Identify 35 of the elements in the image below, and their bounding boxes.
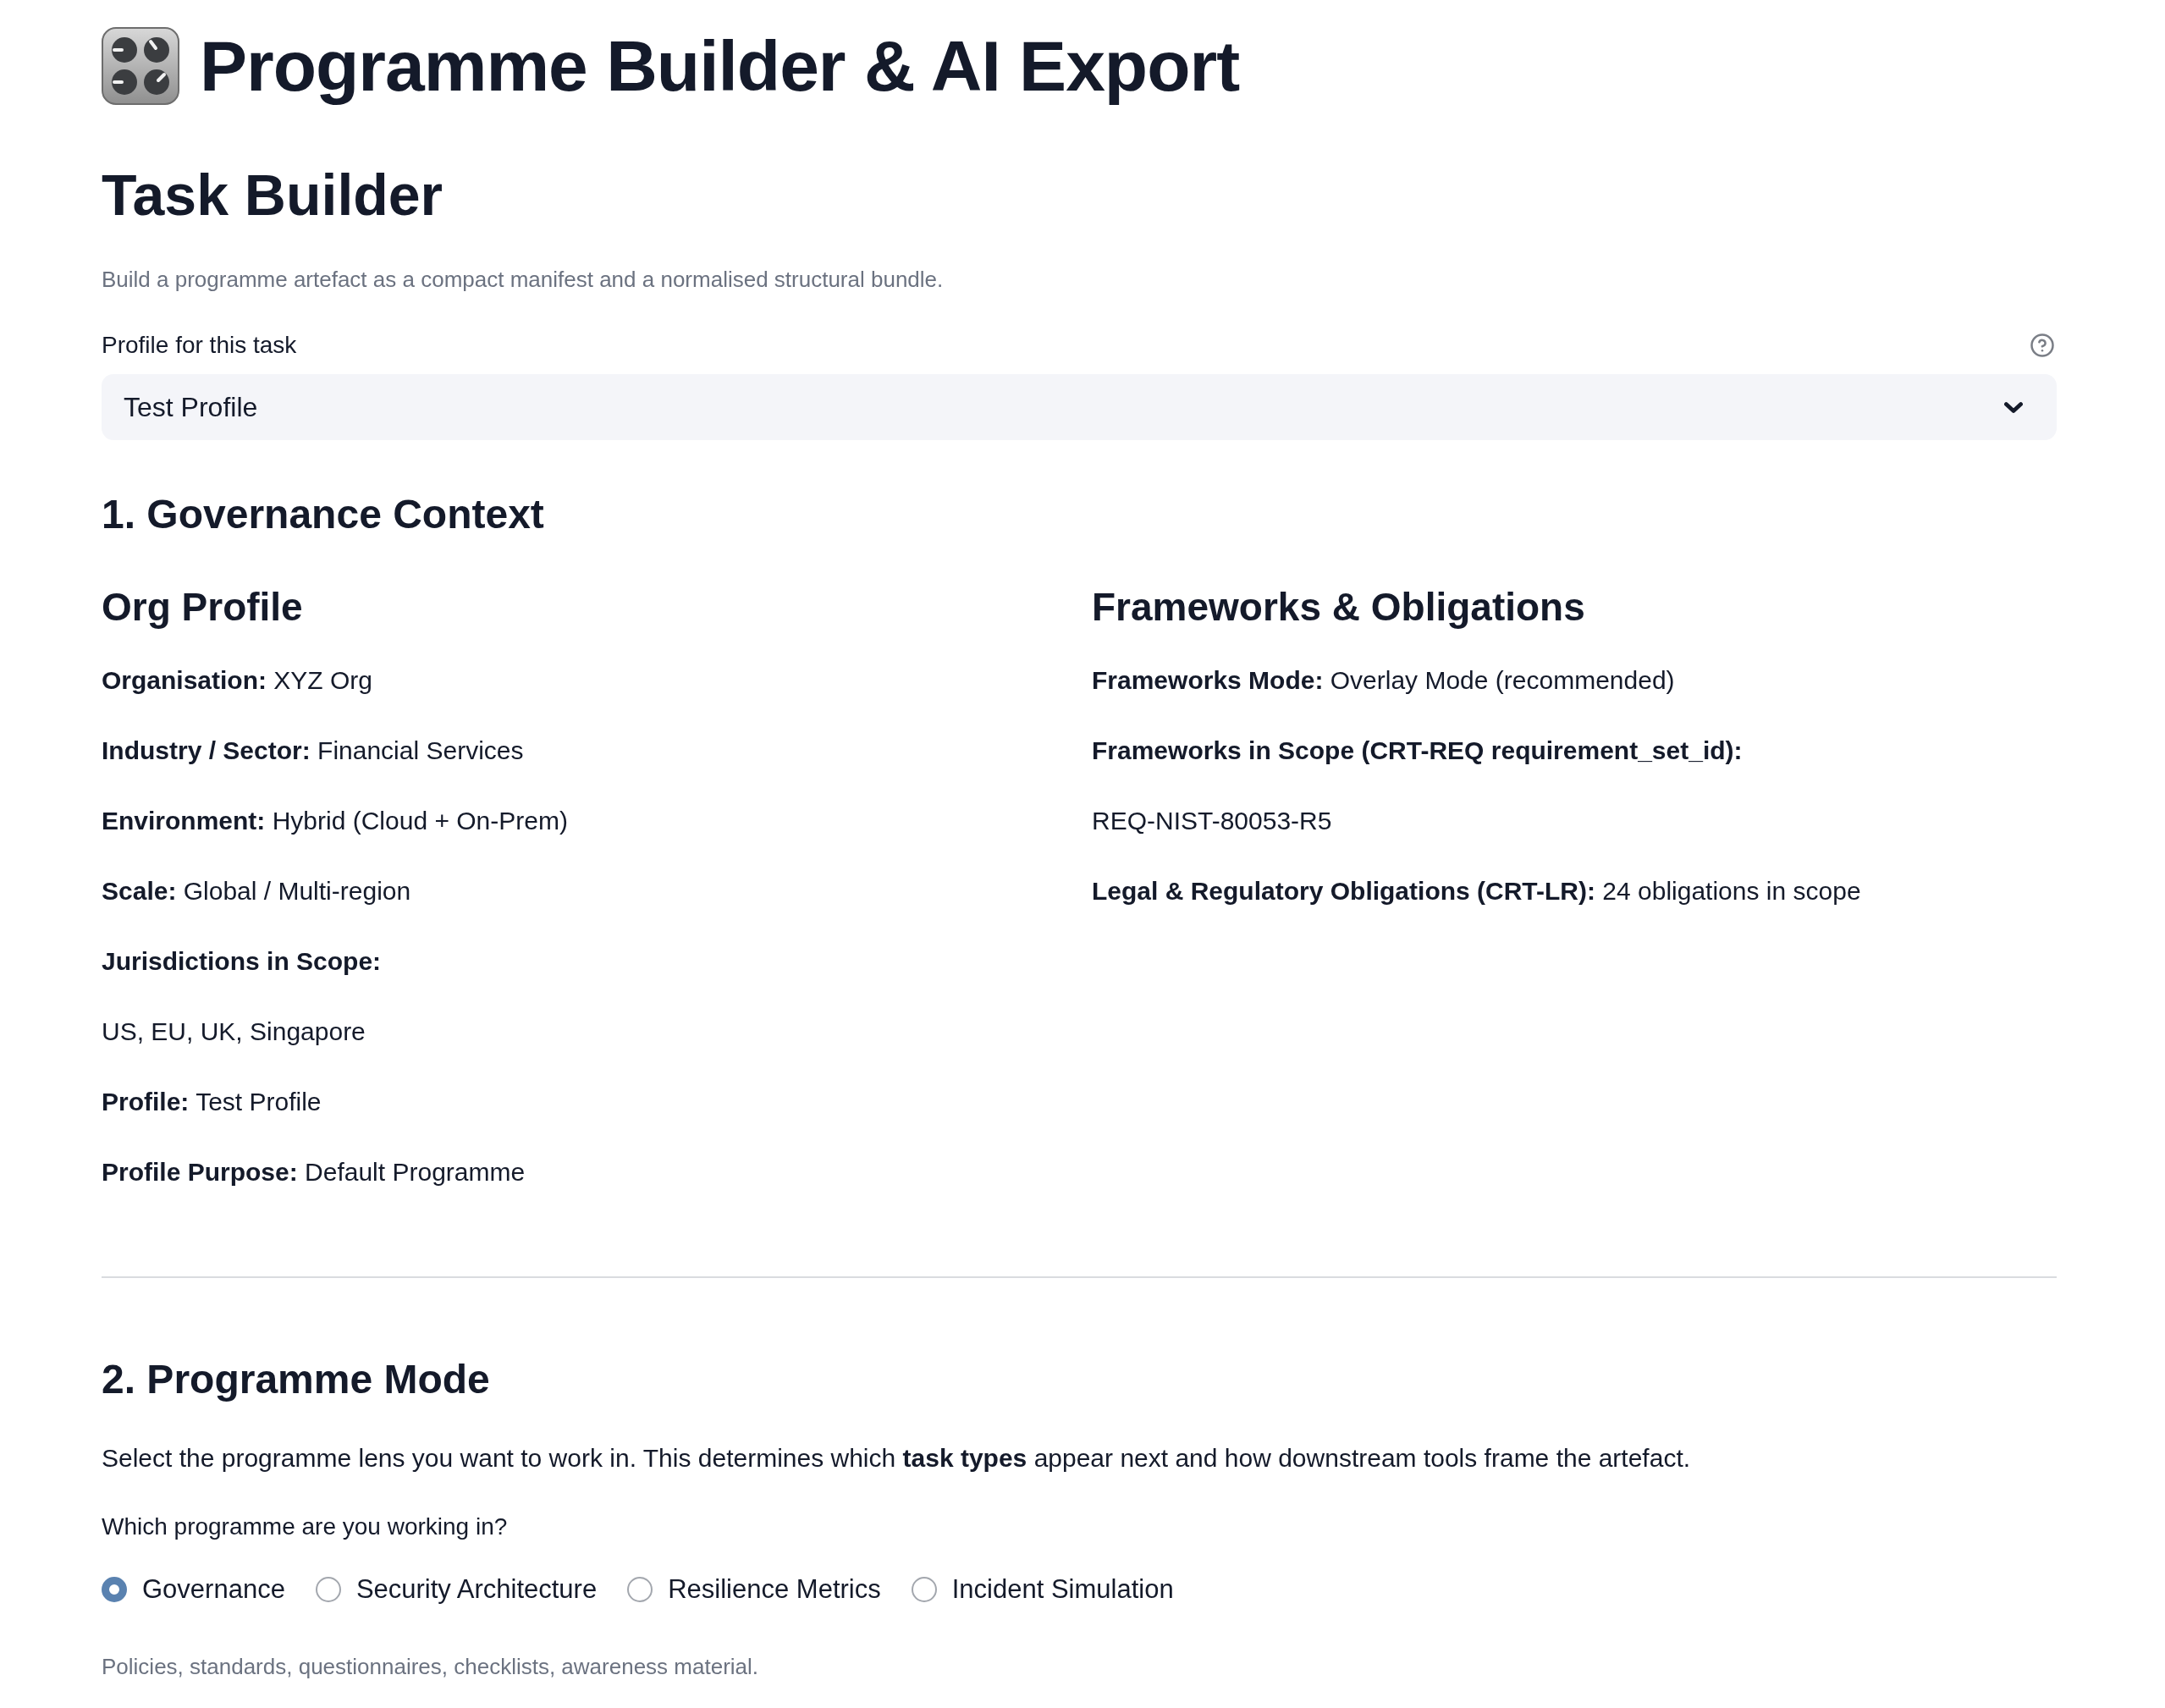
field-row-text: Organisation: XYZ Org (102, 665, 374, 696)
section-heading: Task Builder (102, 162, 444, 229)
caption-text: Policies, standards, questionnaires, checklists, awareness material. (102, 1653, 760, 1681)
section-heading: 1. Governance Context (102, 491, 545, 538)
radio-option[interactable]: Incident Simulation (911, 1571, 1174, 1608)
section-heading: 2. Programme Mode (102, 1356, 491, 1403)
radio-icon[interactable] (102, 1577, 127, 1602)
field-row-text: Industry / Sector: Financial Services (102, 736, 525, 766)
subsection-heading: Org Profile (102, 584, 304, 631)
radio-icon[interactable] (315, 1577, 341, 1602)
radio-option[interactable]: Resilience Metrics (627, 1571, 881, 1608)
field-row-text: Profile: Test Profile (102, 1087, 322, 1117)
field-value: REQ-NIST-80053-R5 (1092, 806, 1333, 836)
field-row-text: Environment: Hybrid (Cloud + On-Prem) (102, 806, 569, 836)
page-title: Programme Builder & AI Export (200, 25, 1240, 107)
field-row-text: Legal & Regulatory Obligations (CRT-LR): 24 obligations in scope (1092, 876, 1862, 906)
subsection-heading: Frameworks & Obligations (1092, 584, 1586, 631)
field-label: Jurisdictions in Scope: (102, 946, 383, 977)
profile-select[interactable]: Test Profile (102, 374, 2057, 440)
intro-text: Select the programme lens you want to work in. This determines which task types appear next and how downstream tools frame the artefact. (102, 1443, 1692, 1474)
field-row-text: Scale: Global / Multi-region (102, 876, 412, 906)
radio-icon[interactable] (627, 1577, 653, 1602)
radio-option[interactable]: Security Architecture (315, 1571, 598, 1608)
field-row-text: Profile Purpose: Default Programme (102, 1157, 526, 1187)
radio-group-label: Which programme are you working in? (102, 1512, 509, 1541)
select-label: Profile for this task (102, 331, 297, 360)
description-text: Build a programme artefact as a compact manifest and a normalised structural bundle. (102, 266, 945, 294)
field-value: US, EU, UK, Singapore (102, 1017, 366, 1047)
control-knobs-icon (102, 27, 179, 105)
help-icon[interactable] (2030, 332, 2055, 358)
field-label: Frameworks in Scope (CRT-REQ requirement_set_id): (1092, 736, 1744, 766)
radio-option[interactable]: Governance (102, 1571, 285, 1608)
radio-icon[interactable] (911, 1577, 937, 1602)
field-row-text: Frameworks Mode: Overlay Mode (recommended) (1092, 665, 1676, 696)
chevron-down-icon (2004, 401, 2023, 413)
